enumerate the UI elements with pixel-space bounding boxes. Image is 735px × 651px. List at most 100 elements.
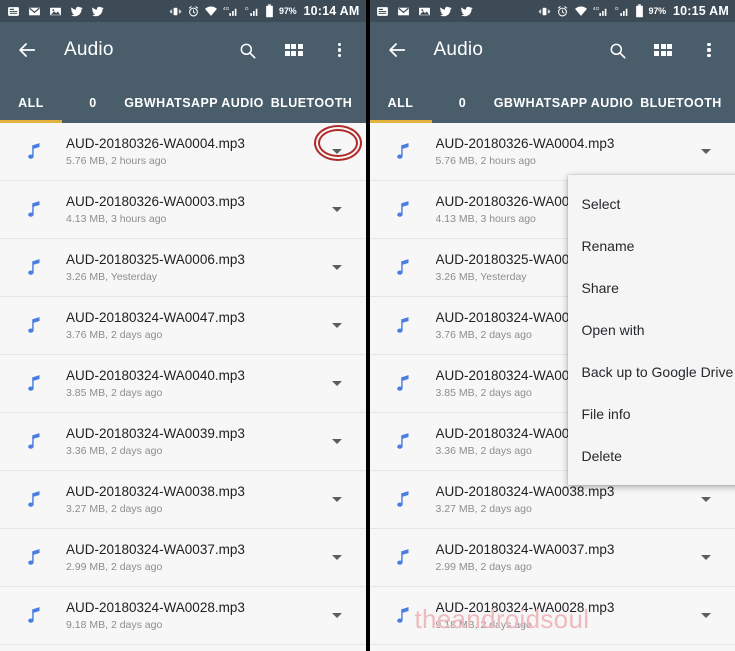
- file-item-dropdown-button[interactable]: [320, 497, 354, 502]
- context-menu-item[interactable]: Back up to Google Drive: [568, 351, 735, 393]
- file-name: AUD-20180326-WA0004.mp3: [66, 135, 245, 151]
- file-meta: 5.76 MB, 2 hours ago: [435, 154, 536, 167]
- context-menu-item[interactable]: Delete: [568, 435, 735, 477]
- file-list-item[interactable]: AUD-20180324-WA0037.mp3 2.99 MB, 2 days a…: [369, 529, 735, 587]
- arrow-back-icon: [388, 43, 405, 57]
- file-item-text: AUD-20180324-WA0028.mp3 9.18 MB, 2 days a…: [436, 599, 690, 633]
- context-menu-item[interactable]: Select: [568, 183, 735, 225]
- file-list-item[interactable]: AUD-20180324-WA0027.mp3: [0, 645, 366, 651]
- search-icon: [240, 43, 256, 58]
- file-item-dropdown-button[interactable]: [320, 149, 354, 154]
- twitter-icon: [69, 4, 83, 18]
- tab-all[interactable]: ALL: [370, 96, 432, 123]
- file-meta: 9.18 MB, 2 days ago: [435, 618, 532, 631]
- music-note-icon: [370, 374, 436, 393]
- music-note-icon: [370, 432, 436, 451]
- file-list-item[interactable]: AUD-20180326-WA0004.mp3 5.76 MB, 2 hours …: [369, 123, 735, 181]
- file-item-text: AUD-20180326-WA0004.mp3 5.76 MB, 2 hours …: [66, 135, 320, 169]
- file-meta: 3.27 MB, 2 days ago: [66, 502, 163, 515]
- back-button[interactable]: [384, 37, 410, 63]
- file-context-menu: Select Rename Share Open with Back up to Goo…: [567, 175, 735, 485]
- tab-count[interactable]: 0: [62, 96, 124, 123]
- tab-gbwhatsapp-audio[interactable]: GBWHATSAPP AUDIO: [494, 96, 634, 123]
- file-name: AUD-20180324-WA0039.mp3: [66, 425, 245, 441]
- battery-icon: [265, 4, 274, 18]
- file-item-dropdown-button[interactable]: [689, 497, 723, 502]
- search-button[interactable]: [236, 38, 260, 62]
- file-item-dropdown-button[interactable]: [320, 323, 354, 328]
- context-menu-item[interactable]: Rename: [568, 225, 735, 267]
- file-item-dropdown-button[interactable]: [320, 265, 354, 270]
- chevron-down-icon: [331, 265, 342, 270]
- back-button[interactable]: [14, 37, 40, 63]
- file-name: AUD-20180324-WA0047.mp3: [66, 309, 245, 325]
- file-list-item[interactable]: AUD-20180324-WA0028.mp3 9.18 MB, 2 days a…: [369, 587, 735, 645]
- alarm-icon: [186, 4, 200, 18]
- news-feed-icon: [6, 4, 20, 18]
- music-note-icon: [397, 317, 409, 333]
- file-item-text: AUD-20180324-WA0047.mp3 3.76 MB, 2 days a…: [66, 309, 320, 343]
- file-name: AUD-20180324-WA0037.mp3: [435, 541, 615, 557]
- file-item-dropdown-button[interactable]: [320, 207, 354, 212]
- file-name: AUD-20180324-WA0028.mp3: [66, 599, 245, 615]
- wifi-icon: [574, 4, 588, 18]
- music-note-icon: [0, 316, 66, 335]
- tab-bluetooth[interactable]: BLUETOOTH: [264, 96, 359, 123]
- tab-bar: ALL 0 GBWHATSAPP AUDIO BLUETOOTH: [0, 78, 366, 123]
- context-menu-item[interactable]: File info: [568, 393, 735, 435]
- file-item-dropdown-button[interactable]: [689, 555, 723, 560]
- file-name: AUD-20180325-WA0006.mp3: [66, 251, 245, 267]
- file-item-dropdown-button[interactable]: [689, 613, 723, 618]
- file-list-item[interactable]: AUD-20180326-WA0003.mp3 4.13 MB, 3 hours …: [0, 181, 366, 239]
- file-item-dropdown-button[interactable]: [320, 439, 354, 444]
- file-list-item[interactable]: AUD-20180326-WA0004.mp3 5.76 MB, 2 hours …: [0, 123, 366, 181]
- tab-bluetooth[interactable]: BLUETOOTH: [634, 96, 729, 123]
- file-item-text: AUD-20180324-WA0028.mp3 9.18 MB, 2 days a…: [66, 599, 320, 633]
- dual-screenshot-composite: 4G G 97% 10:14 AM Audio ALL 0 GBWHATSAPP…: [0, 0, 735, 651]
- overflow-menu-button[interactable]: [697, 38, 721, 62]
- grid-view-button[interactable]: [282, 38, 306, 62]
- gmail-icon: [27, 4, 41, 18]
- file-list-item[interactable]: AUD-20180324-WA0027.mp3: [369, 645, 735, 651]
- context-menu-item[interactable]: Share: [568, 267, 735, 309]
- signal-g-icon: G: [614, 4, 631, 18]
- status-bar-clock: 10:14 AM: [303, 4, 360, 18]
- overflow-menu-icon: [337, 42, 342, 58]
- context-menu-item[interactable]: Open with: [568, 309, 735, 351]
- tab-count[interactable]: 0: [432, 96, 494, 123]
- file-name: AUD-20180324-WA0028.mp3: [435, 599, 615, 615]
- tab-all[interactable]: ALL: [0, 96, 62, 123]
- status-bar-system-icons: 4G G 97% 10:14 AM: [168, 4, 359, 18]
- file-list-item[interactable]: AUD-20180325-WA0006.mp3 3.26 MB, Yesterda…: [0, 239, 366, 297]
- music-note-icon: [397, 143, 409, 159]
- file-list-item[interactable]: AUD-20180324-WA0028.mp3 9.18 MB, 2 days a…: [0, 587, 366, 645]
- file-meta: 3.27 MB, 2 days ago: [435, 502, 532, 515]
- tab-gbwhatsapp-audio[interactable]: GBWHATSAPP AUDIO: [124, 96, 264, 123]
- grid-view-button[interactable]: [651, 38, 675, 62]
- file-item-text: AUD-20180324-WA0039.mp3 3.36 MB, 2 days a…: [66, 425, 320, 459]
- file-item-text: AUD-20180326-WA0004.mp3 5.76 MB, 2 hours …: [436, 135, 690, 169]
- overflow-menu-icon: [707, 42, 711, 58]
- music-note-icon: [397, 201, 409, 217]
- file-item-dropdown-button[interactable]: [320, 555, 354, 560]
- file-list-item[interactable]: AUD-20180324-WA0038.mp3 3.27 MB, 2 days a…: [0, 471, 366, 529]
- overflow-menu-button[interactable]: [328, 38, 352, 62]
- file-item-dropdown-button[interactable]: [320, 613, 354, 618]
- file-name: AUD-20180324-WA0038.mp3: [435, 483, 615, 499]
- twitter-icon: [439, 4, 453, 18]
- app-bar-actions: [605, 38, 721, 62]
- file-list-item[interactable]: AUD-20180324-WA0039.mp3 3.36 MB, 2 days a…: [0, 413, 366, 471]
- music-note-icon: [397, 433, 409, 449]
- file-list-item[interactable]: AUD-20180324-WA0037.mp3 2.99 MB, 2 days a…: [0, 529, 366, 587]
- music-note-icon: [0, 258, 66, 277]
- file-item-dropdown-button[interactable]: [689, 149, 723, 154]
- file-item-dropdown-button[interactable]: [320, 381, 354, 386]
- music-note-icon: [370, 316, 436, 335]
- app-bar: Audio: [369, 22, 735, 78]
- file-name: AUD-20180326-WA0003.mp3: [66, 193, 245, 209]
- file-list-item[interactable]: AUD-20180324-WA0040.mp3 3.85 MB, 2 days a…: [0, 355, 366, 413]
- file-name: AUD-20180324-WA0038.mp3: [66, 483, 245, 499]
- search-button[interactable]: [605, 38, 629, 62]
- signal-4g-icon: 4G: [592, 4, 610, 18]
- file-list-item[interactable]: AUD-20180324-WA0047.mp3 3.76 MB, 2 days a…: [0, 297, 366, 355]
